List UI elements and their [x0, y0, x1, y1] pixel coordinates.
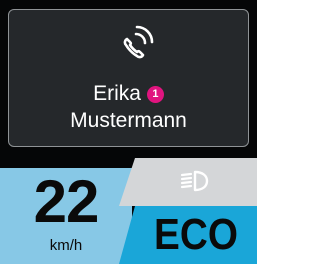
speed-panel: 22 km/h — [0, 168, 132, 264]
headlight-indicator-panel — [119, 158, 257, 206]
phone-ringing-icon — [123, 25, 154, 59]
caller-first-name: Erika — [93, 82, 141, 105]
speed-value: 22 — [33, 168, 100, 235]
speed-unit: km/h — [49, 237, 83, 254]
caller-name-first-line: Erika 1 — [9, 81, 248, 107]
cluster-screen: Erika 1 Mustermann 22 km/h ECO — [0, 0, 257, 264]
incoming-call-card[interactable]: Erika 1 Mustermann — [8, 9, 249, 147]
caller-last-name: Mustermann — [70, 109, 187, 132]
call-count-badge: 1 — [146, 85, 164, 103]
drive-mode-panel: ECO — [119, 206, 257, 264]
low-beam-headlight-icon — [180, 170, 209, 192]
drive-mode-label: ECO — [154, 210, 238, 259]
